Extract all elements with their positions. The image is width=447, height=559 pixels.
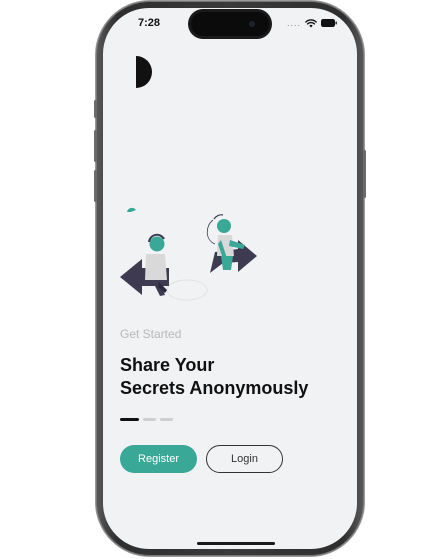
app-logo (136, 56, 152, 88)
page-indicator (120, 418, 173, 421)
app-screen: 7:28 .... Get Started Share Your Secrets… (103, 8, 357, 549)
headline-line-2: Secrets Anonymously (120, 378, 309, 398)
status-icons: .... (287, 18, 337, 28)
page-indicator-dot-active (120, 418, 139, 421)
volume-up-button (94, 130, 97, 162)
signal-icon: .... (286, 18, 301, 28)
login-button[interactable]: Login (206, 445, 283, 473)
power-button (363, 150, 366, 198)
headline: Share Your Secrets Anonymously (120, 354, 340, 400)
camera-icon (249, 21, 255, 27)
page-indicator-dot (160, 418, 173, 421)
dynamic-island (191, 12, 269, 36)
register-button[interactable]: Register (120, 445, 197, 473)
eyebrow-label: Get Started (120, 327, 182, 341)
status-time: 7:28 (138, 17, 161, 29)
onboarding-illustration (120, 207, 257, 301)
device-stage: 7:28 .... Get Started Share Your Secrets… (0, 0, 447, 559)
home-indicator[interactable] (197, 542, 275, 545)
page-indicator-dot (143, 418, 156, 421)
volume-down-button (94, 170, 97, 202)
headline-line-1: Share Your (120, 355, 215, 375)
action-button (94, 100, 97, 118)
battery-icon (321, 19, 337, 27)
wifi-icon (305, 18, 317, 27)
